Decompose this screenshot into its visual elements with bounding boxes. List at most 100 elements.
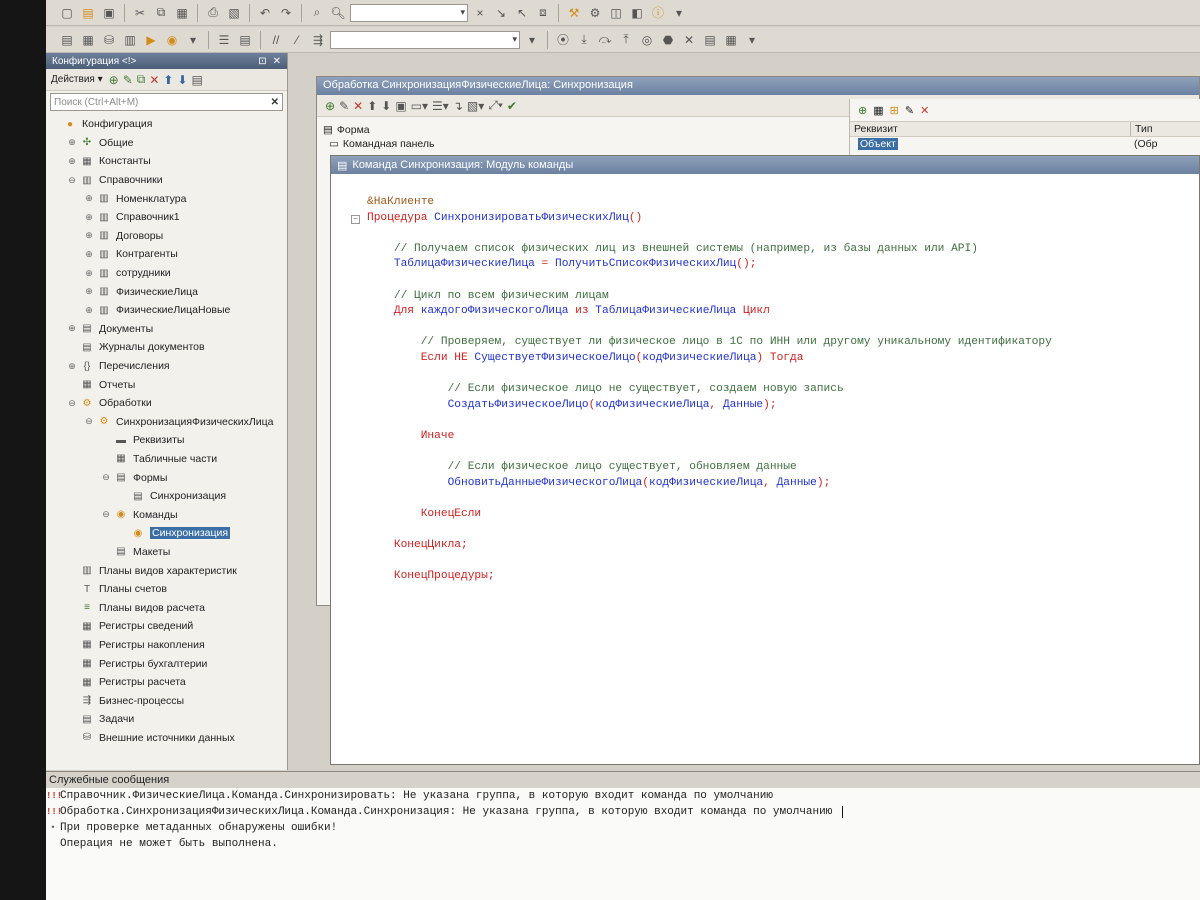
- search-combo[interactable]: ▾: [350, 3, 468, 22]
- expand-icon[interactable]: ⊕: [84, 230, 94, 241]
- code-line[interactable]: // Если физическое лицо не существует, с…: [367, 383, 844, 395]
- collapse-icon[interactable]: ⊖: [67, 175, 77, 186]
- code-line[interactable]: // Цикл по всем физическим лицам: [367, 290, 609, 302]
- expand-icon[interactable]: ⊕: [67, 323, 77, 334]
- help-book-icon[interactable]: ◧: [628, 4, 646, 22]
- tree-item[interactable]: ⊖ ▤ Формы: [46, 468, 287, 487]
- move-up-icon[interactable]: ⬆: [163, 73, 173, 87]
- group-icon[interactable]: ▣: [395, 99, 406, 113]
- arrows-icon[interactable]: ⤢▾: [488, 98, 503, 113]
- run-debug-icon[interactable]: ▶: [142, 31, 160, 49]
- comment-icon[interactable]: //: [267, 31, 285, 49]
- tree-item[interactable]: ▦ Регистры расчета: [46, 673, 287, 692]
- find-in-module-icon[interactable]: ⌕: [308, 4, 326, 22]
- tree-item[interactable]: ▬ Реквизиты: [46, 431, 287, 450]
- tree-item[interactable]: ⊖ ⚙ Обработки: [46, 394, 287, 413]
- code-line[interactable]: Для каждогоФизическогоЛица из ТаблицаФиз…: [367, 305, 770, 317]
- tree-item[interactable]: ▦ Табличные части: [46, 450, 287, 469]
- code-line[interactable]: Иначе: [367, 430, 455, 442]
- expand-icon[interactable]: ⊕: [67, 361, 77, 372]
- paste-icon[interactable]: ▦: [173, 4, 191, 22]
- find-prev-icon[interactable]: ↖: [513, 4, 531, 22]
- add-column-icon[interactable]: ⊞: [890, 104, 899, 117]
- tree-item[interactable]: ≡ Планы видов расчета: [46, 598, 287, 617]
- add-icon[interactable]: ⊕: [858, 104, 867, 117]
- tree-item[interactable]: ▤ Задачи: [46, 710, 287, 729]
- check-icon[interactable]: ✔: [507, 99, 517, 113]
- code-line[interactable]: Процедура СинхронизироватьФизическихЛиц(…: [367, 212, 642, 224]
- code-line[interactable]: КонецПроцедуры;: [367, 570, 495, 582]
- delete-icon[interactable]: ✕: [149, 73, 159, 87]
- actions-menu[interactable]: Действия ▾: [51, 74, 103, 85]
- dropdown-arrow-icon[interactable]: ▾: [184, 31, 202, 49]
- dropdown-arrow-icon[interactable]: ▾: [523, 31, 541, 49]
- tree-item[interactable]: ⛁ Внешние источники данных: [46, 729, 287, 748]
- bookmark-icon[interactable]: ⧈: [534, 4, 552, 22]
- copy-item-icon[interactable]: ⧉: [137, 72, 146, 87]
- requisite-column-header[interactable]: Реквизит: [850, 122, 1130, 136]
- tree-item[interactable]: ⊕ ✣ Общие: [46, 134, 287, 153]
- save-icon[interactable]: ▣: [100, 4, 118, 22]
- list-icon[interactable]: ☰▾: [432, 99, 449, 113]
- format-icon[interactable]: ⇶: [309, 31, 327, 49]
- step-over-icon[interactable]: ⤼: [596, 31, 614, 49]
- move-down-icon[interactable]: ⬇: [177, 73, 187, 87]
- debug-icon[interactable]: ⚒: [565, 4, 583, 22]
- new-file-icon[interactable]: ▢: [58, 4, 76, 22]
- fold-toggle-icon[interactable]: −: [351, 214, 360, 224]
- delete-icon[interactable]: ✕: [920, 104, 929, 117]
- edit-icon[interactable]: ✎: [339, 99, 349, 113]
- database-update-icon[interactable]: ⛁: [100, 31, 118, 49]
- call-stack-icon[interactable]: ▤: [701, 31, 719, 49]
- module-list-icon[interactable]: ☰: [215, 31, 233, 49]
- tree-item[interactable]: ▤ Макеты: [46, 543, 287, 562]
- tree-item[interactable]: ⊖ ▥ Справочники: [46, 171, 287, 190]
- tree-item[interactable]: ⊕ ▥ Номенклатура: [46, 189, 287, 208]
- tree-item[interactable]: ⊖ ⚙ СинхронизацияФизическихЛица: [46, 413, 287, 432]
- config-tree-icon[interactable]: ▤: [58, 31, 76, 49]
- tree-item[interactable]: ⇶ Бизнес-процессы: [46, 691, 287, 710]
- edit-icon[interactable]: ✎: [123, 73, 133, 87]
- collapse-icon[interactable]: ⊖: [67, 398, 77, 409]
- expand-icon[interactable]: ⊕: [84, 249, 94, 260]
- code-line[interactable]: КонецЕсли: [367, 508, 481, 520]
- type-column-header[interactable]: Тип: [1130, 122, 1157, 136]
- code-line[interactable]: // Если физическое лицо существует, обно…: [367, 461, 797, 473]
- evaluate-icon[interactable]: ◎: [638, 31, 656, 49]
- add-icon[interactable]: ⊕: [325, 99, 335, 113]
- procedures-combo[interactable]: ▾: [330, 30, 520, 49]
- tree-item[interactable]: ⊕ ▥ сотрудники: [46, 264, 287, 283]
- move-down-icon[interactable]: ⬇: [381, 99, 391, 113]
- collapse-icon[interactable]: ⊖: [101, 472, 111, 483]
- tree-item[interactable]: ▤ Журналы документов: [46, 338, 287, 357]
- undo-icon[interactable]: ↶: [256, 4, 274, 22]
- breakpoint-icon[interactable]: ⦿: [554, 31, 572, 49]
- expand-icon[interactable]: ⊕: [84, 286, 94, 297]
- syntax-assistant-icon[interactable]: ⚙: [586, 4, 604, 22]
- dropdown-arrow-icon[interactable]: ▾: [743, 31, 761, 49]
- tree-item[interactable]: ⊕ ▥ Договоры: [46, 227, 287, 246]
- tree-item[interactable]: T Планы счетов: [46, 580, 287, 599]
- dropdown-arrow-icon[interactable]: ▾: [670, 4, 688, 22]
- expand-icon[interactable]: ⊕: [67, 137, 77, 148]
- info-icon[interactable]: ⓘ: [649, 4, 667, 22]
- tree-item[interactable]: ▦ Регистры сведений: [46, 617, 287, 636]
- delete-icon[interactable]: ✕: [353, 99, 363, 113]
- configuration-search[interactable]: Поиск (Ctrl+Alt+M) ✕: [50, 93, 283, 111]
- copy-icon[interactable]: ⧉: [152, 4, 170, 22]
- properties-icon[interactable]: ▦: [79, 31, 97, 49]
- form-tree-item[interactable]: ▤ Форма: [323, 123, 843, 137]
- tree-item[interactable]: ▦ Отчеты: [46, 375, 287, 394]
- tree-item[interactable]: ▦ Регистры бухгалтерии: [46, 654, 287, 673]
- code-line[interactable]: СоздатьФизическоеЛицо(кодФизическиеЛица,…: [367, 399, 777, 411]
- table-icon[interactable]: ▦: [873, 104, 883, 117]
- step-into-icon[interactable]: ⤓: [575, 31, 593, 49]
- tree-item[interactable]: ⊕ ▥ Контрагенты: [46, 245, 287, 264]
- clear-search-icon[interactable]: ×: [471, 4, 489, 22]
- preview-icon[interactable]: ▧▾: [467, 99, 484, 113]
- add-icon[interactable]: ⊕: [109, 73, 119, 87]
- pin-icon[interactable]: ⊡: [258, 56, 266, 67]
- stop-icon[interactable]: ⬣: [659, 31, 677, 49]
- collapse-icon[interactable]: ⊖: [101, 509, 111, 520]
- close-icon[interactable]: ✕: [273, 56, 281, 67]
